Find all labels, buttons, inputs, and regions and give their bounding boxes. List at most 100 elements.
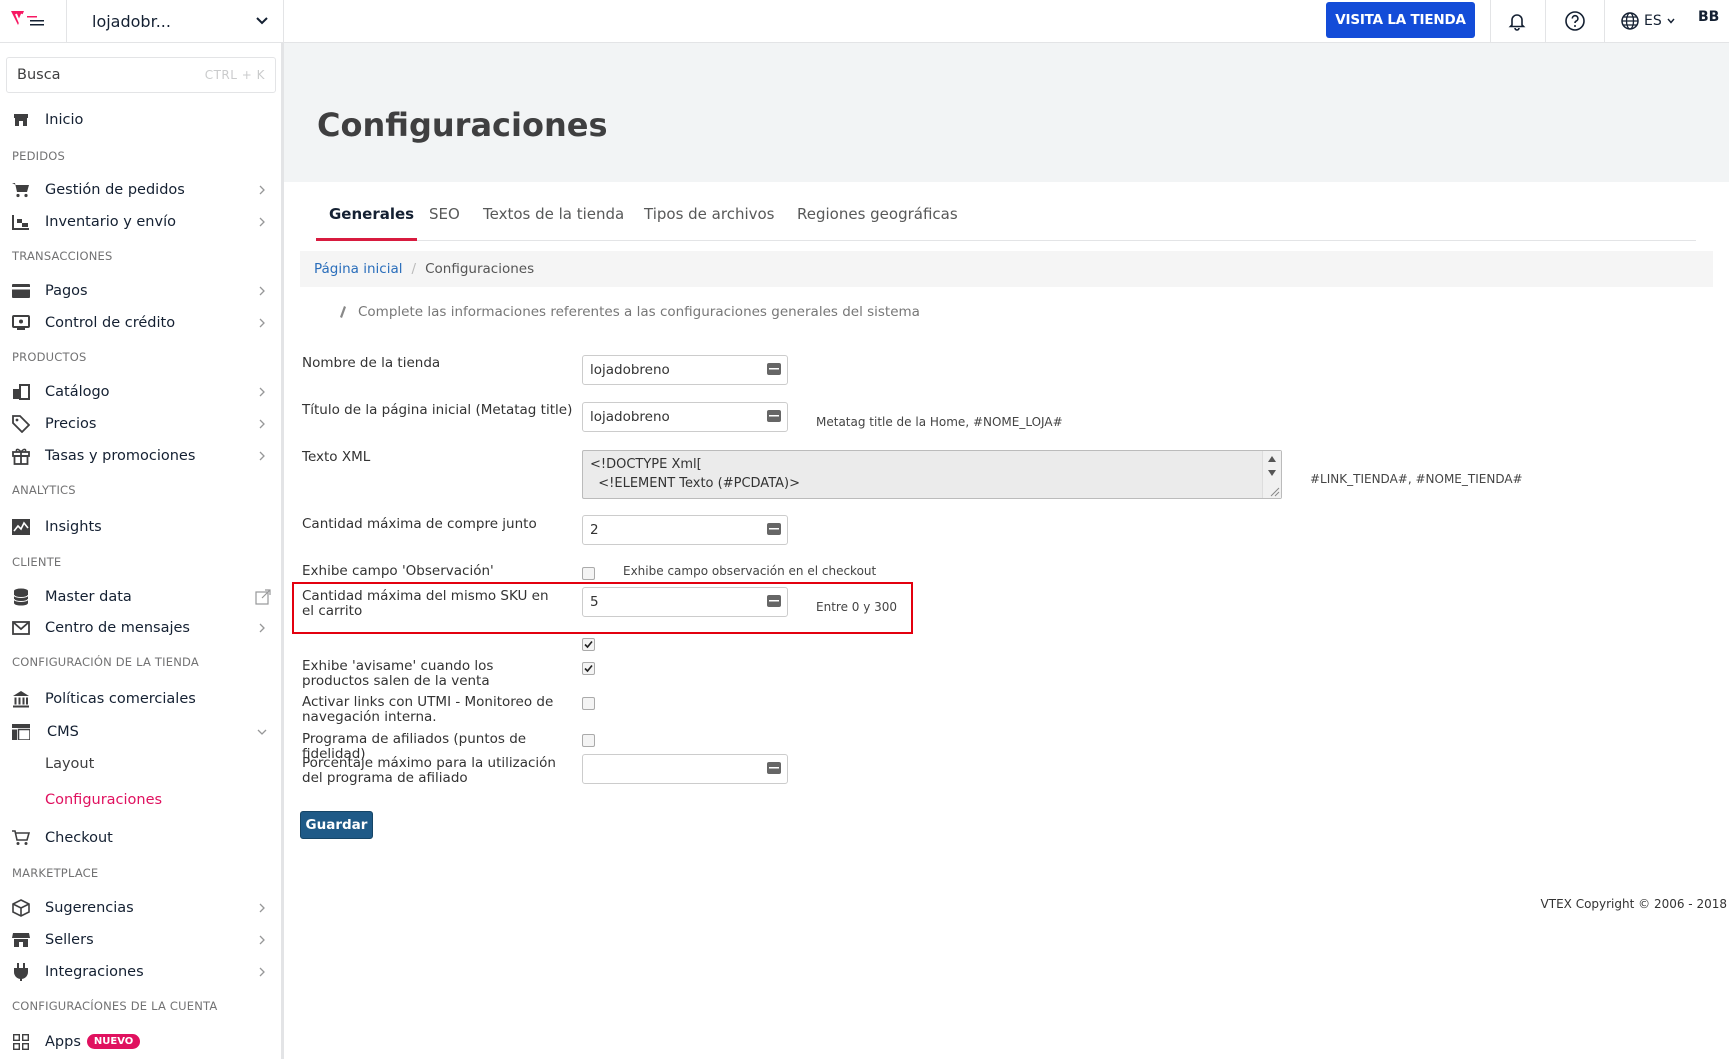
tab-regiones[interactable]: Regiones geográficas (797, 205, 958, 241)
scroll-down-icon[interactable] (1267, 469, 1277, 477)
sidebar-item-politicas[interactable]: Políticas comerciales (0, 684, 281, 714)
sidebar-item-label: CMS (47, 724, 79, 740)
sidebar-item-label: Sugerencias (45, 900, 134, 916)
sidebar-section-config-cuenta: CONFIGURACÍONES DE LA CUENTA (12, 999, 218, 1013)
tab-textos-tienda[interactable]: Textos de la tienda (483, 205, 624, 241)
help-button[interactable] (1562, 8, 1588, 34)
sidebar-subitem-layout[interactable]: Layout (45, 756, 94, 772)
sidebar-item-pagos[interactable]: Pagos (0, 276, 281, 306)
notify-checkbox[interactable] (582, 662, 595, 675)
user-avatar[interactable]: BB (1698, 9, 1719, 25)
store-name-input[interactable] (582, 355, 788, 385)
chevron-right-icon (259, 451, 265, 461)
chevron-right-icon (259, 935, 265, 945)
store-selector[interactable]: lojadobr... (66, 0, 283, 43)
utmi-checkbox[interactable] (582, 697, 595, 710)
sidebar-item-label: Integraciones (45, 964, 144, 980)
sidebar-item-label: Inicio (45, 112, 84, 128)
sidebar-item-sugerencias[interactable]: Sugerencias (0, 893, 281, 923)
globe-icon (1621, 12, 1639, 30)
affiliates-checkbox[interactable] (582, 734, 595, 747)
keyboard-icon (767, 762, 781, 774)
xml-scrollbar[interactable] (1262, 451, 1281, 498)
sidebar-item-insights[interactable]: Insights (0, 512, 281, 542)
breadcrumb: Página inicial / Configuraciones (300, 251, 1713, 287)
affiliate-pct-input[interactable] (582, 754, 788, 784)
helper-text: Complete las informaciones referentes a … (338, 304, 920, 320)
sidebar-item-catalogo[interactable]: Catálogo (0, 377, 281, 407)
sidebar-item-gestion-pedidos[interactable]: Gestión de pedidos (0, 175, 281, 205)
xml-textarea[interactable]: <!DOCTYPE Xml[ <!ELEMENT Texto (#PCDATA)… (582, 450, 1282, 499)
home-title-label: Título de la página inicial (Metatag tit… (302, 402, 573, 418)
search-input[interactable] (17, 67, 177, 83)
chevron-right-icon (259, 217, 265, 227)
visit-store-button[interactable]: VISITA LA TIENDA (1326, 2, 1475, 38)
checkout-cart-icon (12, 829, 30, 847)
new-badge: NUEVO (86, 1034, 141, 1049)
home-title-hint: Metatag title de la Home, #NOME_LOJA# (816, 415, 1063, 429)
chevron-down-icon (1667, 18, 1675, 24)
cart-icon (12, 181, 30, 199)
apps-grid-icon (12, 1033, 30, 1051)
keyboard-icon (767, 363, 781, 375)
language-selector[interactable]: ES (1620, 9, 1676, 33)
sidebar-item-precios[interactable]: Precios (0, 409, 281, 439)
search-shortcut: CTRL + K (204, 68, 265, 82)
xml-line: <!DOCTYPE Xml[ (590, 457, 702, 472)
sidebar-item-label: Políticas comerciales (45, 691, 196, 707)
sidebar-section-productos: PRODUCTOS (12, 350, 87, 364)
observation-label: Exhibe campo 'Observación' (302, 563, 494, 579)
sidebar-item-centro-mensajes[interactable]: Centro de mensajes (0, 613, 281, 643)
breadcrumb-home-link[interactable]: Página inicial (314, 261, 403, 277)
sidebar-item-sellers[interactable]: Sellers (0, 925, 281, 955)
sidebar-item-label: Catálogo (45, 384, 110, 400)
resize-grip-icon[interactable] (1269, 486, 1280, 497)
mail-icon (12, 619, 30, 637)
chevron-down-icon (257, 729, 267, 735)
sidebar-item-master-data[interactable]: Master data (0, 582, 281, 612)
chevron-down-icon (256, 17, 268, 25)
home-title-input[interactable] (582, 402, 788, 432)
chevron-right-icon (259, 185, 265, 195)
vtex-logo-icon[interactable] (8, 8, 48, 32)
tab-seo[interactable]: SEO (429, 205, 460, 241)
sidebar-item-apps[interactable]: Apps NUEVO (0, 1027, 281, 1057)
sidebar-section-marketplace: MARKETPLACE (12, 866, 99, 880)
topbar-divider (1604, 0, 1605, 43)
database-icon (12, 588, 30, 606)
buy-together-input[interactable] (582, 515, 788, 545)
store-icon (12, 111, 30, 129)
sidebar-item-label: Insights (45, 519, 102, 535)
sidebar-item-checkout[interactable]: Checkout (0, 823, 281, 853)
gift-icon (12, 447, 30, 465)
plug-icon (12, 963, 30, 981)
sidebar-item-label: Pagos (45, 283, 88, 299)
shop-icon (12, 931, 30, 949)
sidebar-item-tasas[interactable]: Tasas y promociones (0, 441, 281, 471)
language-label: ES (1644, 13, 1662, 29)
tab-tipos-archivos[interactable]: Tipos de archivos (644, 205, 775, 241)
sidebar-search[interactable]: CTRL + K (6, 57, 276, 93)
sidebar-item-label: Inventario y envío (45, 214, 176, 230)
credit-card-icon (12, 282, 30, 300)
sidebar-item-integraciones[interactable]: Integraciones (0, 957, 281, 987)
sidebar-item-control-credito[interactable]: Control de crédito (0, 308, 281, 338)
tab-generales[interactable]: Generales (329, 205, 414, 241)
unlabeled-checkbox[interactable] (582, 638, 595, 651)
scroll-up-icon[interactable] (1267, 455, 1277, 463)
highlight-box (292, 582, 913, 634)
topbar-divider (1545, 0, 1546, 43)
topbar-divider (1490, 0, 1491, 43)
observation-checkbox[interactable] (582, 567, 595, 580)
sidebar-item-inicio[interactable]: Inicio (0, 105, 281, 135)
sidebar-section-cliente: CLIENTE (12, 555, 62, 569)
sidebar-item-inventario[interactable]: Inventario y envío (0, 207, 281, 237)
notifications-button[interactable] (1504, 8, 1530, 34)
sidebar-item-label: Gestión de pedidos (45, 182, 185, 198)
sidebar-item-cms[interactable]: CMS (0, 717, 281, 747)
sidebar-subitem-configuraciones[interactable]: Configuraciones (45, 792, 162, 808)
utmi-label: Activar links con UTMI - Monitoreo de na… (302, 694, 554, 725)
save-button[interactable]: Guardar (300, 811, 373, 839)
tab-bar: Generales SEO Textos de la tienda Tipos … (316, 197, 1696, 241)
sidebar-item-label: Sellers (45, 932, 94, 948)
